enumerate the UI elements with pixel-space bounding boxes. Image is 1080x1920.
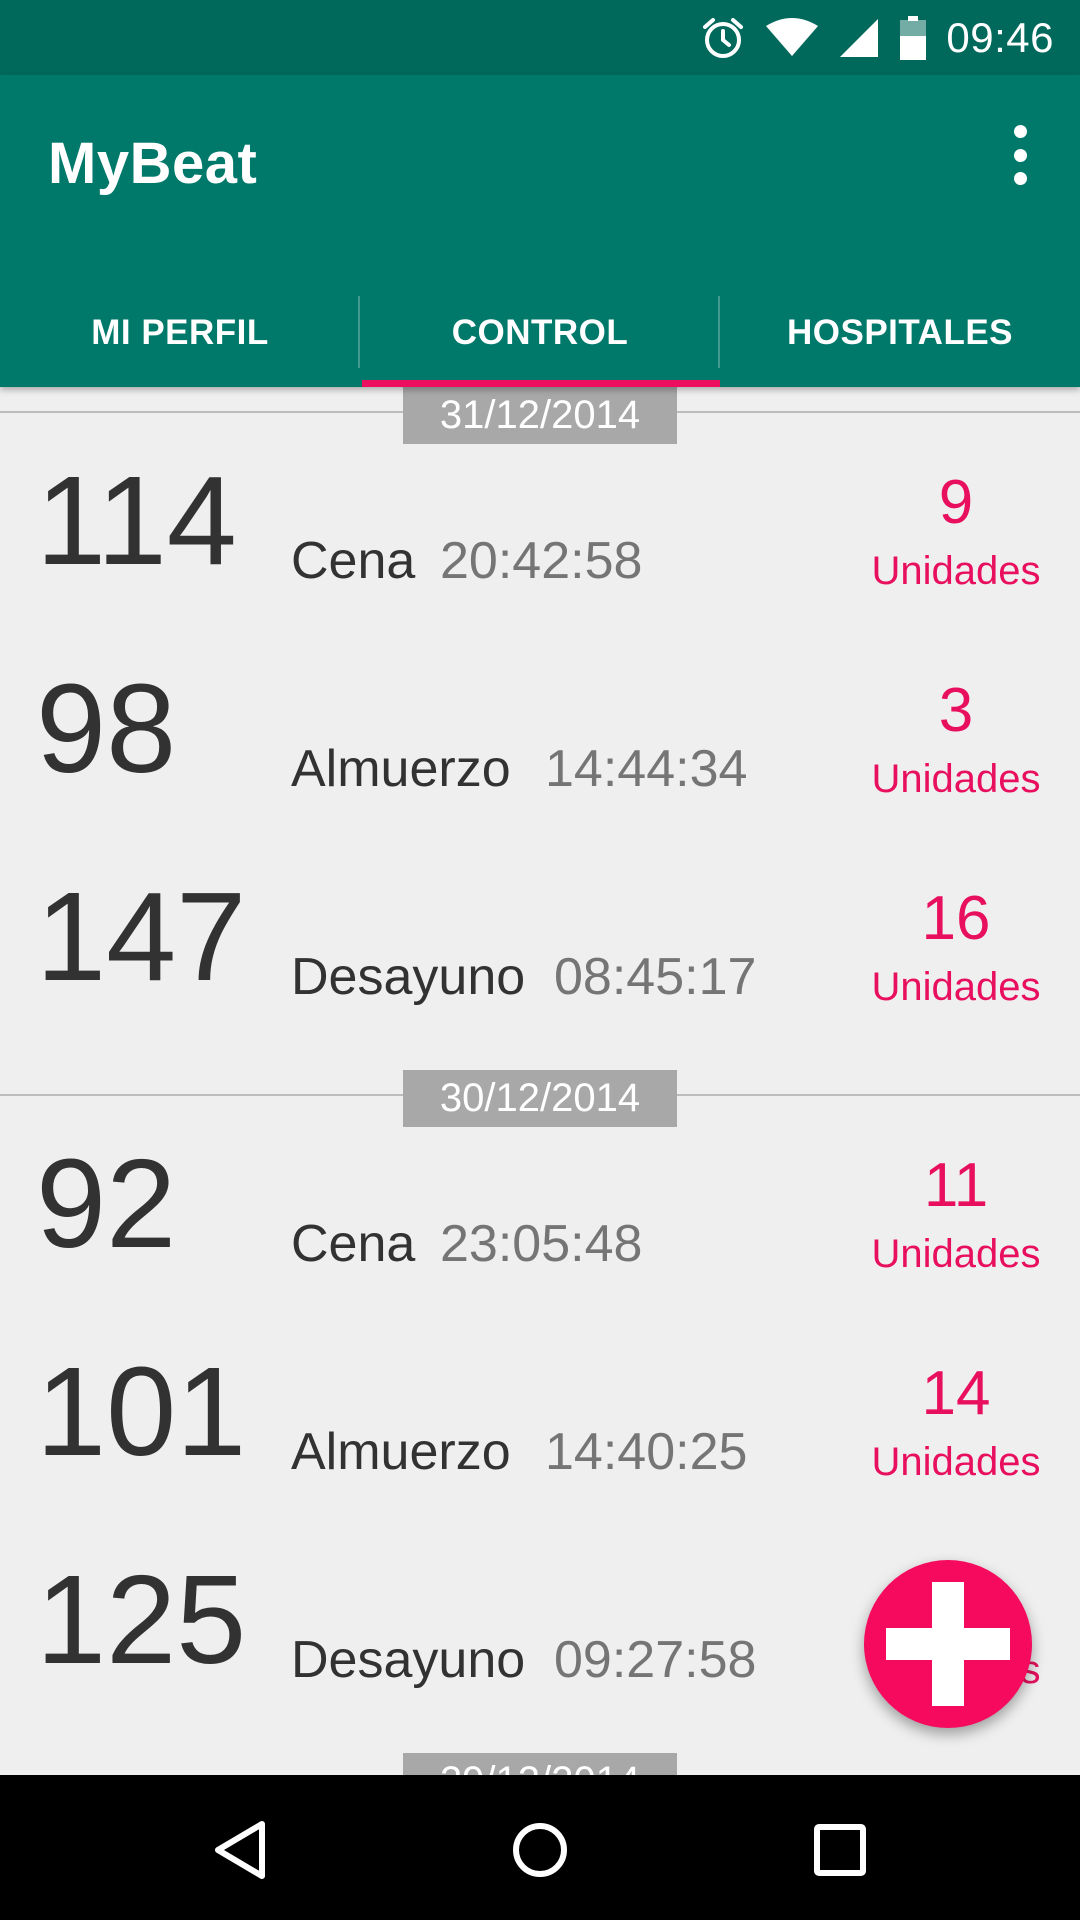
meal-label: Almuerzo bbox=[291, 740, 511, 798]
meal-label: Cena bbox=[291, 1215, 416, 1273]
list-item[interactable]: 92 Cena 23:05:48 11 Unidades bbox=[0, 1129, 1080, 1337]
date-header: 31/12/2014 bbox=[0, 387, 1080, 446]
navigation-bar bbox=[0, 1775, 1080, 1920]
list-item[interactable]: 114 Cena 20:42:58 9 Unidades bbox=[0, 446, 1080, 654]
units-label: Unidades bbox=[871, 965, 1041, 1009]
alarm-icon bbox=[700, 15, 746, 61]
tab-mi-perfil[interactable]: MI PERFIL bbox=[0, 278, 360, 387]
glucose-value: 98 bbox=[36, 658, 177, 799]
list-item[interactable]: 101 Almuerzo 14:40:25 14 Unidades bbox=[0, 1337, 1080, 1545]
meal-label: Desayuno bbox=[291, 1631, 526, 1689]
meal-label: Desayuno bbox=[291, 948, 526, 1006]
units-value: 11 bbox=[923, 1151, 989, 1220]
glucose-value: 125 bbox=[36, 1549, 247, 1690]
glucose-value: 101 bbox=[36, 1341, 247, 1482]
tab-hospitales[interactable]: HOSPITALES bbox=[720, 278, 1080, 387]
add-entry-button[interactable] bbox=[864, 1560, 1032, 1728]
wifi-icon bbox=[766, 17, 819, 58]
meal-label: Cena bbox=[291, 532, 416, 590]
entry-time: 23:05:48 bbox=[440, 1215, 643, 1273]
tab-label: MI PERFIL bbox=[91, 312, 269, 352]
units-label: Unidades bbox=[871, 757, 1041, 801]
status-bar: 09:46 bbox=[0, 0, 1080, 75]
tab-label: CONTROL bbox=[451, 312, 629, 352]
date-header: 29/12/2014 bbox=[0, 1753, 1080, 1775]
tab-bar: MI PERFIL CONTROL HOSPITALES bbox=[0, 278, 1080, 387]
tab-indicator bbox=[362, 380, 720, 387]
tab-control[interactable]: CONTROL bbox=[360, 278, 720, 387]
date-header: 30/12/2014 bbox=[0, 1070, 1080, 1129]
units-label: Unidades bbox=[871, 1440, 1041, 1484]
app-bar: MyBeat MI PERFIL CONTROL HOSPITALES bbox=[0, 75, 1080, 387]
tab-label: HOSPITALES bbox=[786, 312, 1014, 352]
glucose-value: 92 bbox=[36, 1133, 177, 1274]
units-label: Unidades bbox=[871, 1232, 1041, 1276]
glucose-value: 147 bbox=[36, 866, 247, 1007]
units-value: 16 bbox=[921, 884, 991, 953]
units-value: 14 bbox=[921, 1359, 991, 1428]
meal-label: Almuerzo bbox=[291, 1423, 511, 1481]
cell-signal-icon bbox=[838, 17, 880, 59]
glucose-value: 114 bbox=[36, 450, 237, 591]
list-item[interactable]: 147 Desayuno 08:45:17 16 Unidades bbox=[0, 862, 1080, 1070]
entry-time: 09:27:58 bbox=[554, 1631, 757, 1689]
entry-time: 08:45:17 bbox=[554, 948, 757, 1006]
units-label: Unidades bbox=[871, 549, 1041, 593]
entry-time: 14:44:34 bbox=[545, 740, 748, 798]
status-time: 09:46 bbox=[946, 13, 1054, 61]
home-icon[interactable] bbox=[490, 1805, 590, 1895]
entry-time: 14:40:25 bbox=[545, 1423, 748, 1481]
units-value: 9 bbox=[938, 468, 974, 537]
app-title: MyBeat bbox=[48, 131, 258, 196]
more-vert-icon[interactable] bbox=[1000, 125, 1040, 185]
date-label: 31/12/2014 bbox=[403, 387, 677, 444]
entry-time: 20:42:58 bbox=[440, 532, 643, 590]
units-value: 3 bbox=[938, 676, 974, 745]
recents-icon[interactable] bbox=[790, 1805, 890, 1895]
battery-icon bbox=[900, 15, 927, 60]
list-item[interactable]: 98 Almuerzo 14:44:34 3 Unidades bbox=[0, 654, 1080, 862]
date-label: 30/12/2014 bbox=[403, 1070, 677, 1127]
date-label: 29/12/2014 bbox=[403, 1753, 677, 1775]
back-icon[interactable] bbox=[190, 1805, 290, 1895]
